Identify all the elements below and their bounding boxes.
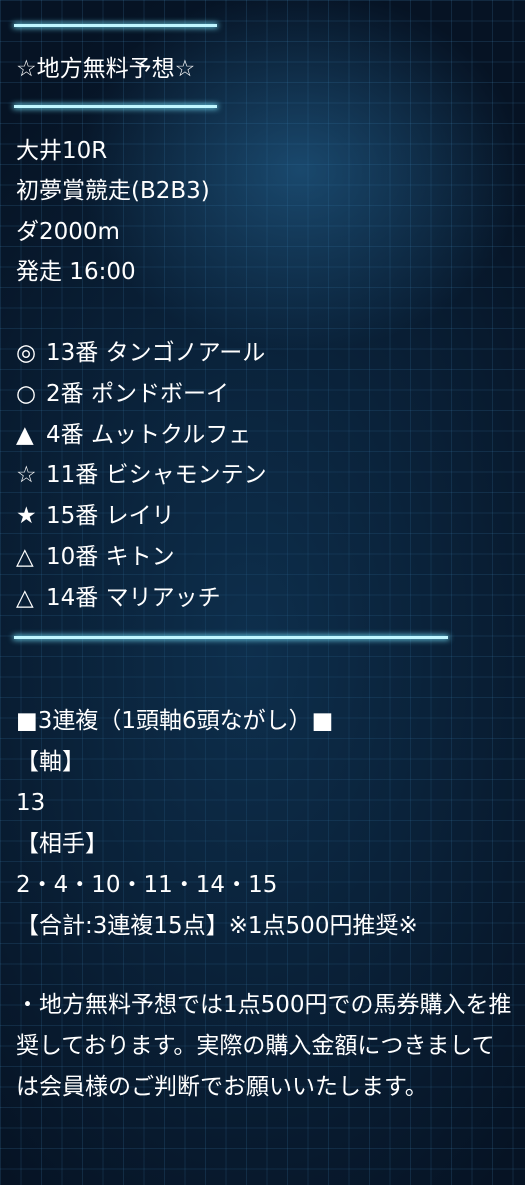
pick-item: △ 10番 キトン bbox=[16, 542, 175, 572]
pick-item: ★ 15番 レイリ bbox=[16, 501, 175, 531]
axis-value: 13 bbox=[16, 790, 46, 816]
partners-label: 【相手】 bbox=[16, 831, 108, 857]
pick-horse: 15番 レイリ bbox=[46, 503, 175, 529]
pick-mark: ◎ bbox=[16, 340, 37, 366]
race-distance: ダ2000m bbox=[16, 219, 120, 245]
pick-horse: 4番 ムットクルフェ bbox=[46, 422, 252, 448]
bet-total: 【合計:3連複15点】※1点500円推奨※ bbox=[16, 913, 418, 939]
pick-item: △ 14番 マリアッチ bbox=[16, 583, 221, 613]
pick-horse: 13番 タンゴノアール bbox=[46, 340, 266, 366]
pick-mark: ▲ bbox=[16, 422, 34, 448]
race-name: 初夢賞競走(B2B3) bbox=[16, 178, 210, 204]
pick-item: ▲ 4番 ムットクルフェ bbox=[16, 420, 251, 450]
picks-divider bbox=[14, 636, 448, 639]
page-title: ☆地方無料予想☆ bbox=[16, 56, 196, 82]
top-divider bbox=[14, 24, 217, 27]
pick-horse: 14番 マリアッチ bbox=[46, 585, 221, 611]
pick-mark: △ bbox=[16, 544, 34, 570]
race-start-time: 発走 16:00 bbox=[16, 259, 136, 285]
pick-mark: ○ bbox=[16, 381, 37, 407]
partners-value: 2・4・10・11・14・15 bbox=[16, 872, 278, 898]
pick-item: ○ 2番 ポンドボーイ bbox=[16, 379, 229, 409]
pick-mark: ★ bbox=[16, 503, 37, 529]
race-venue: 大井10R bbox=[16, 138, 108, 164]
pick-mark: ☆ bbox=[16, 462, 37, 488]
pick-item: ◎ 13番 タンゴノアール bbox=[16, 338, 265, 368]
axis-label: 【軸】 bbox=[16, 749, 85, 775]
pick-horse: 2番 ポンドボーイ bbox=[46, 381, 229, 407]
bet-type: ■3連複（1頭軸6頭ながし）■ bbox=[16, 708, 334, 734]
pick-horse: 10番 キトン bbox=[46, 544, 175, 570]
title-divider bbox=[14, 105, 217, 108]
pick-mark: △ bbox=[16, 585, 34, 611]
notice-text: ・地方無料予想では1点500円での馬券購入を推奨しております。実際の購入金額につ… bbox=[16, 992, 512, 1100]
pick-horse: 11番 ビシャモンテン bbox=[46, 462, 267, 488]
pick-item: ☆ 11番 ビシャモンテン bbox=[16, 460, 267, 490]
